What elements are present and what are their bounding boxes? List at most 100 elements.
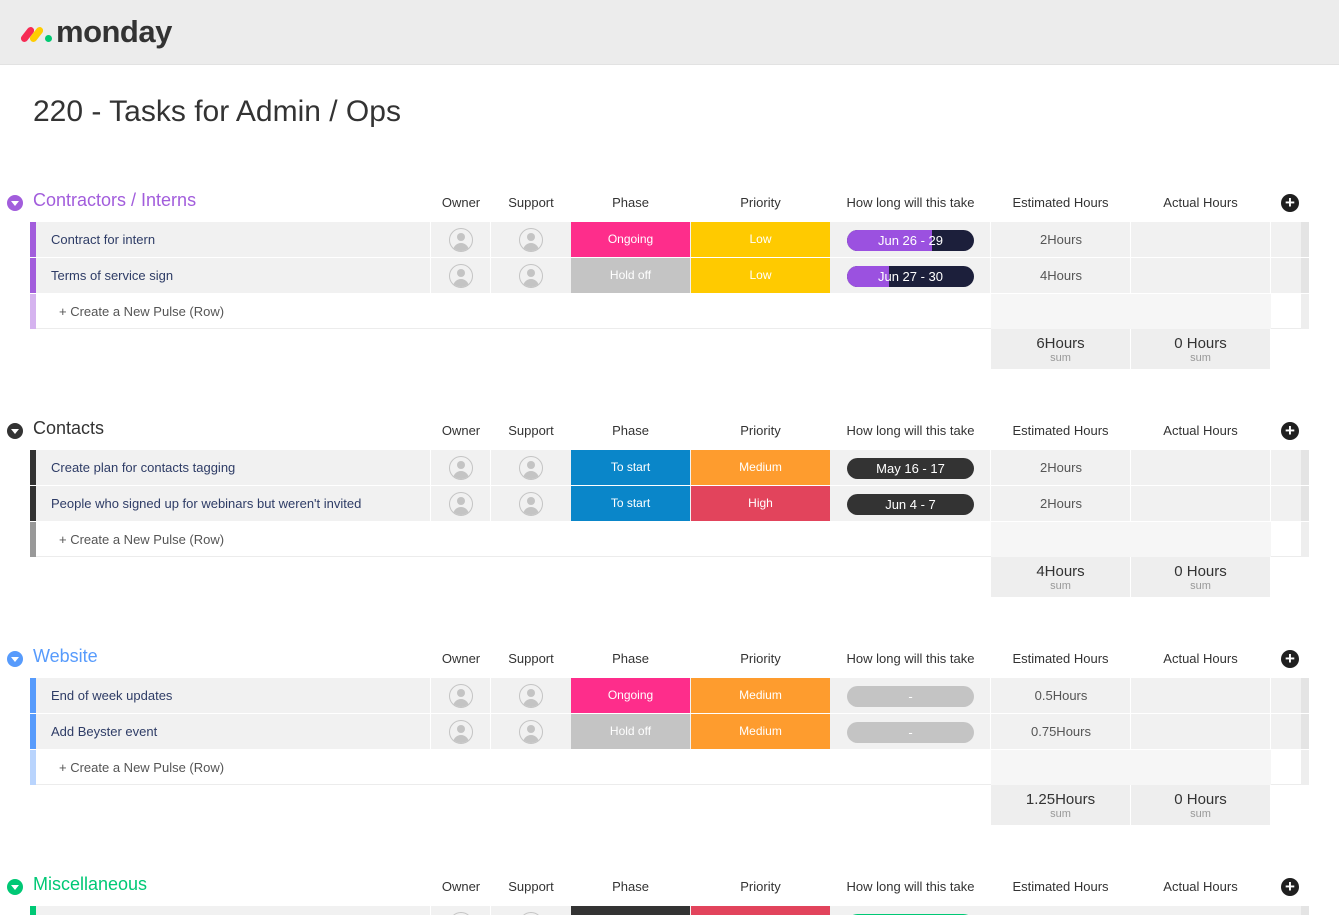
table-row[interactable]: Create plan for contacts tagging To star… xyxy=(30,450,1309,485)
pulse-name[interactable]: Terms of service sign xyxy=(51,268,173,283)
column-header-timeline[interactable]: How long will this take xyxy=(831,423,990,438)
priority-status[interactable]: Low xyxy=(691,222,830,257)
support-cell[interactable] xyxy=(490,906,570,915)
column-header-owner[interactable]: Owner xyxy=(431,195,491,210)
column-header-phase[interactable]: Phase xyxy=(571,195,690,210)
column-header-priority[interactable]: Priority xyxy=(691,879,830,894)
owner-cell[interactable] xyxy=(430,486,490,521)
create-new-pulse-row[interactable]: + Create a New Pulse (Row) xyxy=(30,294,1309,329)
column-header-actual-hours[interactable]: Actual Hours xyxy=(1131,195,1270,210)
support-cell[interactable] xyxy=(490,678,570,713)
timeline-bar[interactable]: - xyxy=(847,722,974,743)
priority-status[interactable] xyxy=(691,906,830,915)
support-cell[interactable] xyxy=(490,486,570,521)
add-column-plus-icon[interactable]: + xyxy=(1281,422,1299,440)
board-title[interactable]: 220 - Tasks for Admin / Ops xyxy=(33,95,401,129)
pulse-name[interactable]: Add Beyster event xyxy=(51,724,157,739)
estimated-hours-cell[interactable]: 0.75Hours xyxy=(990,714,1130,749)
pulse-name[interactable]: End of week updates xyxy=(51,688,172,703)
add-column-plus-icon[interactable]: + xyxy=(1281,194,1299,212)
estimated-hours-cell[interactable]: 2Hours xyxy=(990,450,1130,485)
table-row[interactable]: End of week updates Ongoing Medium - 0.5… xyxy=(30,678,1309,713)
estimated-hours-cell[interactable]: 4Hours xyxy=(990,258,1130,293)
actual-hours-cell[interactable] xyxy=(1130,222,1270,257)
collapse-toggle-icon[interactable] xyxy=(7,879,23,895)
owner-cell[interactable] xyxy=(430,450,490,485)
timeline-bar[interactable]: Jun 27 - 30 xyxy=(847,266,974,287)
timeline-bar[interactable]: - xyxy=(847,686,974,707)
actual-hours-cell[interactable] xyxy=(1130,450,1270,485)
collapse-toggle-icon[interactable] xyxy=(7,651,23,667)
column-header-owner[interactable]: Owner xyxy=(431,423,491,438)
table-row[interactable]: Terms of service sign Hold off Low Jun 2… xyxy=(30,258,1309,293)
support-cell[interactable] xyxy=(490,714,570,749)
phase-status[interactable]: Ongoing xyxy=(571,222,690,257)
owner-cell[interactable] xyxy=(430,678,490,713)
column-header-actual-hours[interactable]: Actual Hours xyxy=(1131,879,1270,894)
owner-cell[interactable] xyxy=(430,222,490,257)
column-header-estimated-hours[interactable]: Estimated Hours xyxy=(991,879,1130,894)
estimated-hours-cell[interactable]: 0.5Hours xyxy=(990,678,1130,713)
collapse-toggle-icon[interactable] xyxy=(7,423,23,439)
phase-status[interactable]: To start xyxy=(571,486,690,521)
create-new-pulse-label[interactable]: + Create a New Pulse (Row) xyxy=(59,532,224,547)
pulse-name[interactable]: Contract for intern xyxy=(51,232,155,247)
priority-status[interactable]: Low xyxy=(691,258,830,293)
create-new-pulse-row[interactable]: + Create a New Pulse (Row) xyxy=(30,522,1309,557)
phase-status[interactable]: Hold off xyxy=(571,258,690,293)
column-header-actual-hours[interactable]: Actual Hours xyxy=(1131,423,1270,438)
column-header-timeline[interactable]: How long will this take xyxy=(831,195,990,210)
pulse-name[interactable]: Create plan for contacts tagging xyxy=(51,460,235,475)
phase-status[interactable]: Ongoing xyxy=(571,678,690,713)
table-row[interactable]: Add Beyster event Hold off Medium - 0.75… xyxy=(30,714,1309,749)
owner-cell[interactable] xyxy=(430,906,490,915)
column-header-estimated-hours[interactable]: Estimated Hours xyxy=(991,423,1130,438)
column-header-support[interactable]: Support xyxy=(491,651,571,666)
group-title[interactable]: Miscellaneous xyxy=(33,874,147,895)
group-title[interactable]: Website xyxy=(33,646,98,667)
column-header-phase[interactable]: Phase xyxy=(571,651,690,666)
create-new-pulse-row[interactable]: + Create a New Pulse (Row) xyxy=(30,750,1309,785)
monday-logo[interactable]: monday xyxy=(19,14,172,50)
owner-cell[interactable] xyxy=(430,258,490,293)
priority-status[interactable]: Medium xyxy=(691,678,830,713)
column-header-support[interactable]: Support xyxy=(491,879,571,894)
column-header-timeline[interactable]: How long will this take xyxy=(831,879,990,894)
actual-hours-cell[interactable] xyxy=(1130,714,1270,749)
column-header-timeline[interactable]: How long will this take xyxy=(831,651,990,666)
collapse-toggle-icon[interactable] xyxy=(7,195,23,211)
actual-hours-cell[interactable] xyxy=(1130,678,1270,713)
column-header-phase[interactable]: Phase xyxy=(571,879,690,894)
support-cell[interactable] xyxy=(490,258,570,293)
group-title[interactable]: Contacts xyxy=(33,418,104,439)
add-column-plus-icon[interactable]: + xyxy=(1281,650,1299,668)
timeline-bar[interactable]: Jun 26 - 29 xyxy=(847,230,974,251)
phase-status[interactable] xyxy=(571,906,690,915)
actual-hours-cell[interactable] xyxy=(1130,486,1270,521)
priority-status[interactable]: Medium xyxy=(691,450,830,485)
estimated-hours-cell[interactable]: 2Hours xyxy=(990,486,1130,521)
priority-status[interactable]: Medium xyxy=(691,714,830,749)
column-header-support[interactable]: Support xyxy=(491,195,571,210)
priority-status[interactable]: High xyxy=(691,486,830,521)
phase-status[interactable]: To start xyxy=(571,450,690,485)
column-header-estimated-hours[interactable]: Estimated Hours xyxy=(991,651,1130,666)
column-header-priority[interactable]: Priority xyxy=(691,651,830,666)
column-header-estimated-hours[interactable]: Estimated Hours xyxy=(991,195,1130,210)
support-cell[interactable] xyxy=(490,450,570,485)
estimated-hours-cell[interactable]: 2Hours xyxy=(990,222,1130,257)
column-header-priority[interactable]: Priority xyxy=(691,423,830,438)
column-header-owner[interactable]: Owner xyxy=(431,651,491,666)
create-new-pulse-label[interactable]: + Create a New Pulse (Row) xyxy=(59,760,224,775)
table-row[interactable]: Contract for intern Ongoing Low Jun 26 -… xyxy=(30,222,1309,257)
column-header-actual-hours[interactable]: Actual Hours xyxy=(1131,651,1270,666)
column-header-support[interactable]: Support xyxy=(491,423,571,438)
timeline-bar[interactable]: Jun 4 - 7 xyxy=(847,494,974,515)
group-title[interactable]: Contractors / Interns xyxy=(33,190,196,211)
table-row[interactable]: People who signed up for webinars but we… xyxy=(30,486,1309,521)
owner-cell[interactable] xyxy=(430,714,490,749)
pulse-name[interactable]: People who signed up for webinars but we… xyxy=(51,496,361,511)
column-header-phase[interactable]: Phase xyxy=(571,423,690,438)
timeline-bar[interactable]: May 16 - 17 xyxy=(847,458,974,479)
actual-hours-cell[interactable] xyxy=(1130,258,1270,293)
